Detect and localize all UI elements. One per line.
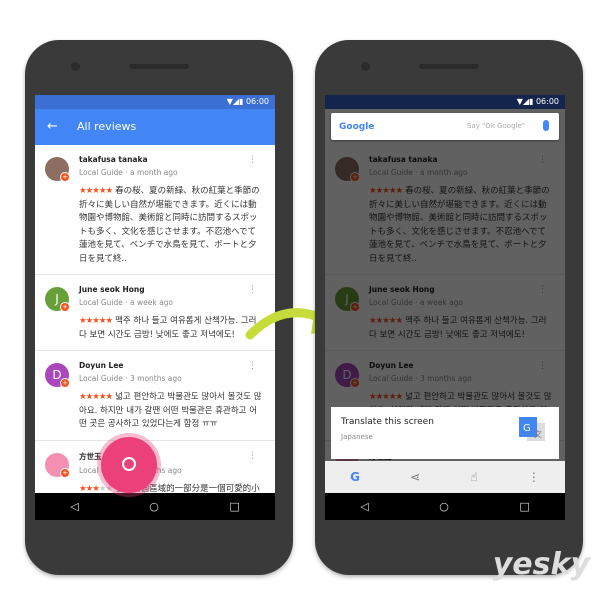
touch-select-icon[interactable]: ☝ [470,470,477,484]
svg-text:G: G [523,423,531,434]
review-text: ★★★★★맥주 하나 들고 여유롭게 산책가능. 그러다 보면 시간도 금방! … [79,315,263,342]
recents-nav-icon[interactable]: □ [229,500,239,513]
star-rating: ★★★★★ [79,186,113,196]
google-translate-icon: G 文 [519,417,545,441]
review-meta: Local Guide · a month ago [79,168,178,177]
star-rating: ★★★★★ [79,392,113,402]
local-guide-badge-icon: + [60,378,70,388]
review-body: 春の桜、夏の新緑、秋の紅葉と季節の折々に美しい自然が堪能できます。近くには動物園… [79,186,260,264]
review-text: ★★★★★春の桜、夏の新緑、秋の紅葉と季節の折々に美しい自然が堪能できます。近く… [79,185,263,266]
status-time: 06:00 [245,97,269,106]
back-nav-icon[interactable]: ◁ [70,500,78,513]
reviewer-name[interactable]: takafusa tanaka [79,155,263,164]
review-list[interactable]: + takafusa tanaka Local Guide · a month … [35,145,275,493]
watermark-logo: yesky [492,547,590,582]
back-nav-icon[interactable]: ◁ [360,500,368,513]
back-arrow-icon[interactable]: ← [47,109,58,145]
recents-nav-icon[interactable]: □ [519,500,529,513]
home-press-indicator[interactable] [101,437,157,493]
nav-bar: ◁ ○ □ [325,493,565,520]
status-bar: ▼◢▮ 06:00 [35,95,275,109]
share-icon[interactable]: ⋖ [410,470,420,484]
speaker [419,64,479,69]
more-options-icon[interactable]: ⋮ [248,361,257,371]
local-guide-badge-icon: + [60,467,70,478]
now-on-tap-screen: ▼◢▮ 06:00 + takafusa tanaka Local Guide … [325,95,565,520]
home-nav-icon[interactable]: ○ [439,500,449,513]
camera [71,62,80,71]
more-options-icon[interactable]: ⋮ [248,285,257,295]
nav-bar: ◁ ○ □ [35,493,275,520]
speaker [129,64,189,69]
reviewer-name[interactable]: Doyun Lee [79,361,263,370]
card-subtitle: Japanese [341,433,373,441]
more-options-icon[interactable]: ⋮ [248,451,257,461]
reviewer-name[interactable]: June seok Hong [79,285,263,294]
phone-right: ▼◢▮ 06:00 + takafusa tanaka Local Guide … [315,40,583,575]
home-nav-icon[interactable]: ○ [149,500,159,513]
page-title: All reviews [77,120,137,133]
status-bar: ▼◢▮ 06:00 [325,95,565,109]
google-logo: Google [339,122,375,132]
status-time: 06:00 [535,97,559,106]
review-text: ★★★★★넓고 편안하고 박물관도 많아서 볼것도 많아요. 하지만 내가 갈땐… [79,391,263,432]
star-rating: ★★★★★ [79,316,113,326]
search-hint: Say "Ok Google" [466,122,525,130]
local-guide-badge-icon: + [60,172,70,182]
google-search-bar[interactable]: Google Say "Ok Google" [331,113,559,140]
review-item: J + June seok Hong Local Guide · a week … [35,275,275,351]
local-guide-badge-icon: + [60,302,70,312]
translate-card[interactable]: Translate this screen Japanese G 文 [331,407,559,459]
app-bar: ← All reviews [35,109,275,145]
review-item: D + Doyun Lee Local Guide · 3 months ago… [35,351,275,441]
svg-text:文: 文 [534,429,542,439]
card-title: Translate this screen [341,417,434,427]
tap-action-bar: G ⋖ ☝ ⋮ [325,461,565,493]
review-item: + takafusa tanaka Local Guide · a month … [35,145,275,275]
star-rating: ★★★★★ [79,483,113,494]
review-meta: Local Guide · 3 months ago [79,374,182,383]
more-icon[interactable]: ⋮ [528,470,540,484]
review-meta: Local Guide · a week ago [79,298,174,307]
more-options-icon[interactable]: ⋮ [248,155,257,165]
camera [361,62,370,71]
google-icon[interactable]: G [350,470,360,484]
review-text: ★★★★★發現這個區域的一部分是一個可愛的小鎮上野。 它很容易步行去周圍有幾張地… [79,483,263,494]
mic-icon[interactable] [543,120,549,131]
